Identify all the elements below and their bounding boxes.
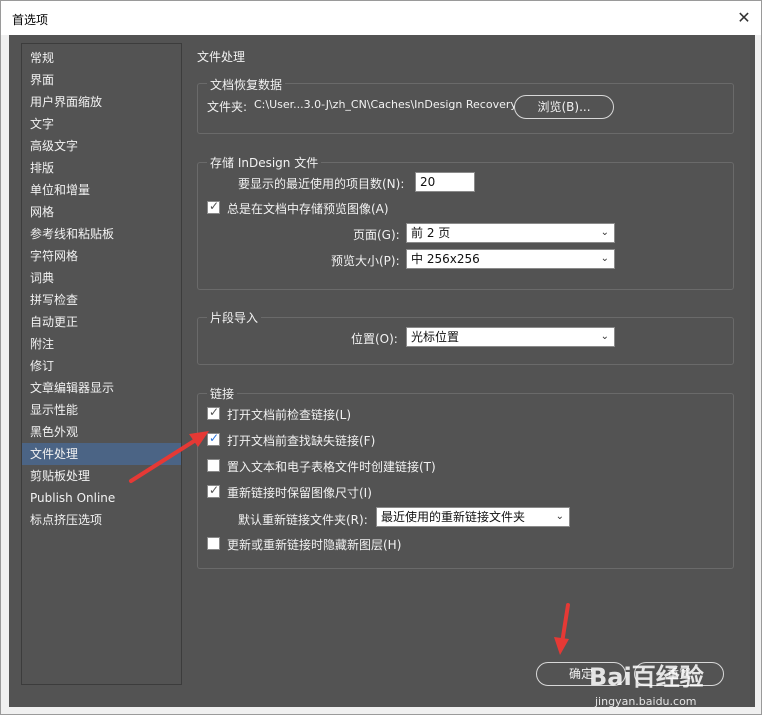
annotation-arrows bbox=[129, 431, 570, 655]
window-title: 首选项 bbox=[12, 13, 49, 27]
title-bar: 首选项 ✕ bbox=[1, 1, 761, 35]
arrow-to-ok-button bbox=[554, 603, 570, 655]
watermark-logo: Bai百经验 bbox=[589, 663, 704, 691]
arrow-to-checkbox bbox=[129, 431, 209, 483]
dialog-body: 常规 界面 用户界面缩放 文字 高级文字 排版 单位和增量 网格 参考线和粘贴板 字符网格 词典 拼写… bbox=[9, 35, 755, 708]
preferences-window: 首选项 ✕ 常规 界面 用户界面缩放 文字 高级文字 排版 单位和增量 网格 参考线和粘贴板 字符… bbox=[0, 0, 762, 715]
watermark-url: jingyan.baidu.com bbox=[595, 695, 697, 708]
close-icon[interactable]: ✕ bbox=[735, 9, 753, 27]
